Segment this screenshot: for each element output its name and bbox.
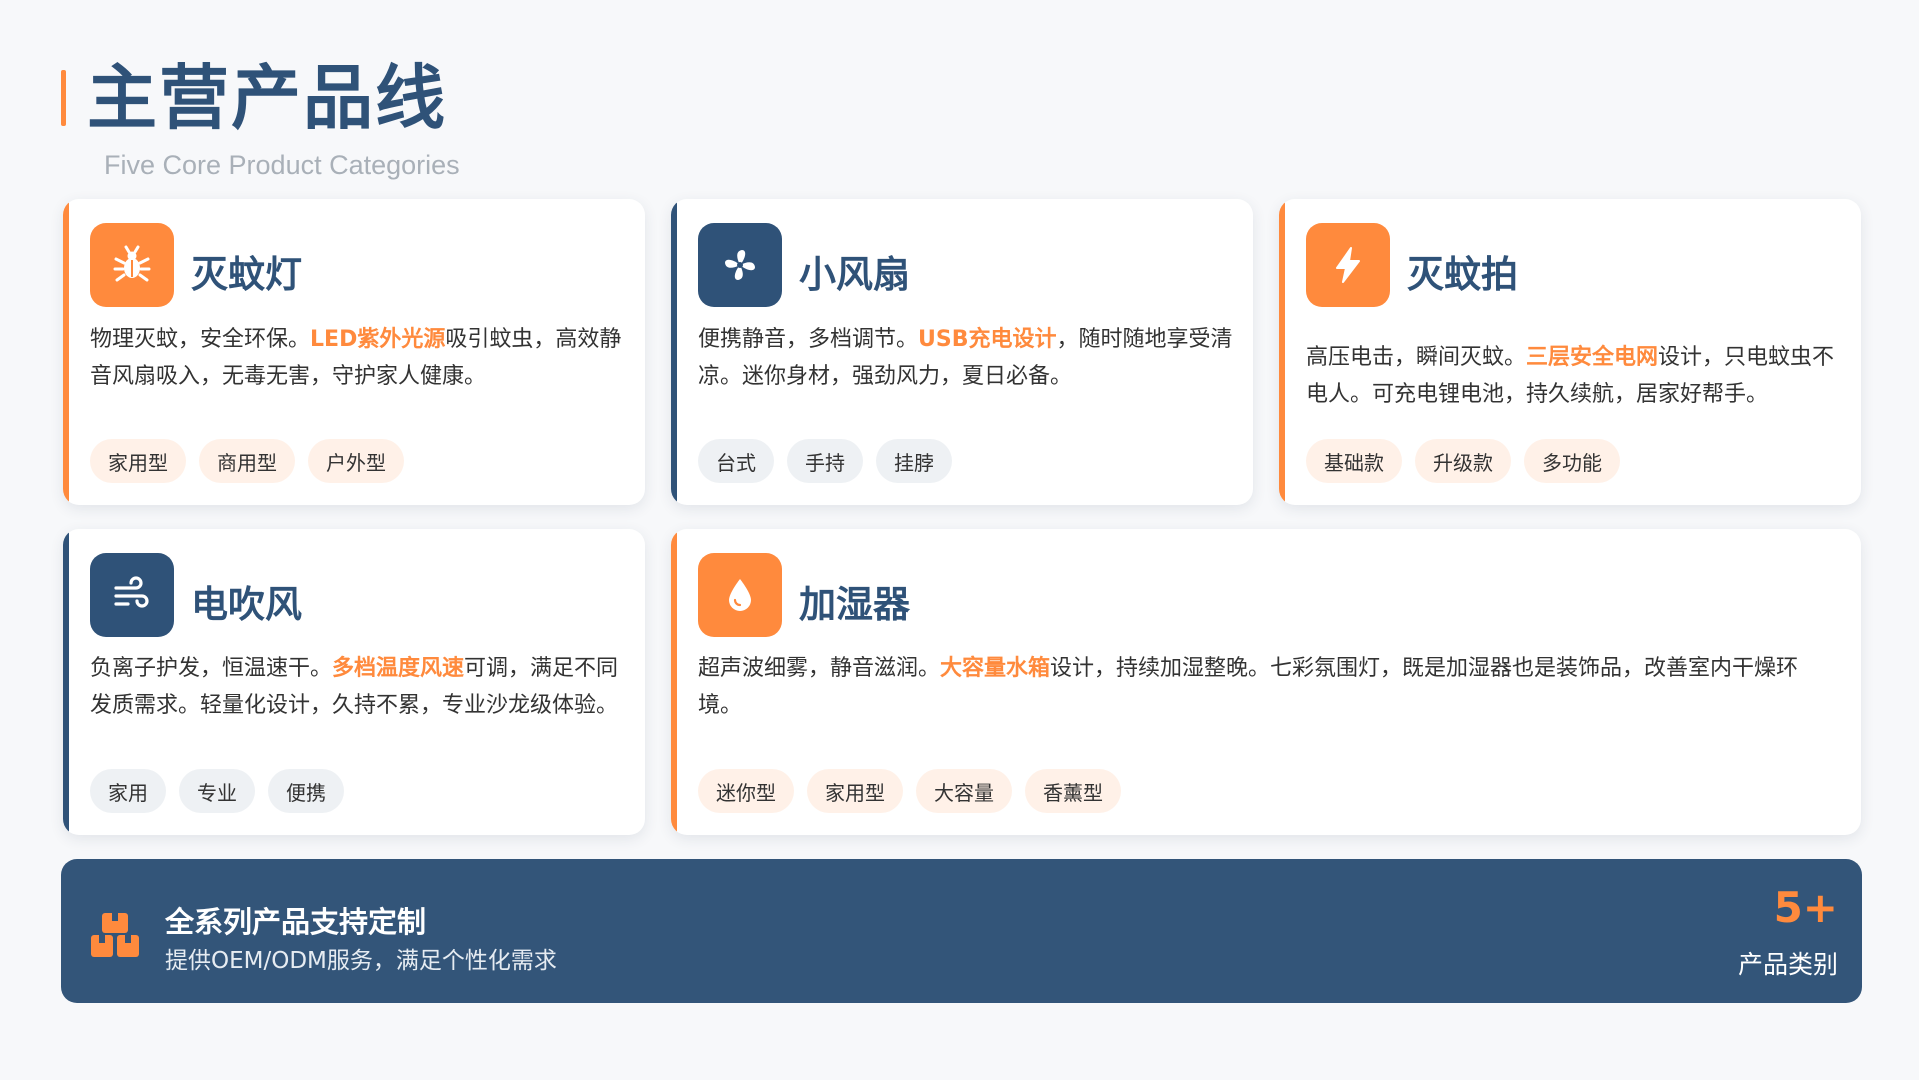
card-description: 高压电击，瞬间灭蚊。三层安全电网设计，只电蚊虫不电人。可充电锂电池，持久续航，居… — [1306, 345, 1835, 407]
card-accent-bar — [671, 199, 677, 505]
tag[interactable]: 户外型 — [308, 439, 404, 483]
highlight-text: USB充电设计 — [918, 327, 1057, 352]
boxes-icon — [89, 909, 141, 961]
banner-title: 全系列产品支持定制 — [165, 905, 427, 939]
card-accent-bar — [63, 199, 69, 505]
tag[interactable]: 专业 — [179, 769, 255, 813]
tag[interactable]: 家用 — [90, 769, 166, 813]
card-description: 超声波细雾，静音滋润。大容量水箱设计，持续加湿整晚。七彩氛围灯，既是加湿器也是装… — [698, 656, 1799, 718]
card-title: 灭蚊拍 — [1407, 253, 1518, 296]
page-subtitle: Five Core Product Categories — [104, 150, 460, 180]
card-title: 加湿器 — [799, 583, 910, 626]
card-title: 电吹风 — [191, 583, 302, 626]
category-count-label: 产品类别 — [1737, 950, 1838, 979]
tag[interactable]: 便携 — [268, 769, 344, 813]
tag-list: 台式 手持 挂脖 — [698, 439, 952, 483]
product-card-hair-dryer[interactable]: 电吹风 负离子护发，恒温速干。多档温度风速可调，满足不同发质需求。轻量化设计，久… — [63, 529, 645, 835]
tag[interactable]: 商用型 — [199, 439, 295, 483]
tag[interactable]: 挂脖 — [876, 439, 952, 483]
highlight-text: 三层安全电网 — [1526, 345, 1659, 370]
card-title: 小风扇 — [799, 253, 910, 296]
bug-icon — [90, 223, 174, 307]
tag[interactable]: 迷你型 — [698, 769, 794, 813]
product-card-mini-fan[interactable]: 小风扇 便携静音，多档调节。USB充电设计，随时随地享受清凉。迷你身材，强劲风力… — [671, 199, 1253, 505]
card-description: 便携静音，多档调节。USB充电设计，随时随地享受清凉。迷你身材，强劲风力，夏日必… — [698, 327, 1233, 389]
product-card-mosquito-lamp[interactable]: 灭蚊灯 物理灭蚊，安全环保。LED紫外光源吸引蚊虫，高效静音风扇吸入，无毒无害，… — [63, 199, 645, 505]
highlight-text: 大容量水箱 — [940, 656, 1051, 681]
tag-list: 家用 专业 便携 — [90, 769, 344, 813]
customization-banner: 全系列产品支持定制 提供OEM/ODM服务，满足个性化需求 5+ 产品类别 — [61, 859, 1862, 1003]
page-title: 主营产品线 — [87, 57, 447, 139]
fan-icon — [698, 223, 782, 307]
card-description: 负离子护发，恒温速干。多档温度风速可调，满足不同发质需求。轻量化设计，久持不累，… — [90, 656, 619, 718]
tag[interactable]: 家用型 — [807, 769, 903, 813]
lightning-icon — [1306, 223, 1390, 307]
tag[interactable]: 基础款 — [1306, 439, 1402, 483]
tag[interactable]: 升级款 — [1415, 439, 1511, 483]
card-accent-bar — [63, 529, 69, 835]
card-title: 灭蚊灯 — [191, 253, 302, 296]
tag-list: 迷你型 家用型 大容量 香薰型 — [698, 769, 1121, 813]
tag[interactable]: 家用型 — [90, 439, 186, 483]
wind-icon — [90, 553, 174, 637]
banner-subtitle: 提供OEM/ODM服务，满足个性化需求 — [165, 948, 557, 974]
tag-list: 基础款 升级款 多功能 — [1306, 439, 1620, 483]
tag[interactable]: 手持 — [787, 439, 863, 483]
category-count: 5+ — [1773, 883, 1838, 932]
tag[interactable]: 香薰型 — [1025, 769, 1121, 813]
tag[interactable]: 多功能 — [1524, 439, 1620, 483]
card-accent-bar — [1279, 199, 1285, 505]
product-card-electric-swatter[interactable]: 灭蚊拍 高压电击，瞬间灭蚊。三层安全电网设计，只电蚊虫不电人。可充电锂电池，持久… — [1279, 199, 1861, 505]
product-card-humidifier[interactable]: 加湿器 超声波细雾，静音滋润。大容量水箱设计，持续加湿整晚。七彩氛围灯，既是加湿… — [671, 529, 1861, 835]
card-accent-bar — [671, 529, 677, 835]
title-accent-bar — [61, 70, 66, 126]
tag-list: 家用型 商用型 户外型 — [90, 439, 404, 483]
tag[interactable]: 台式 — [698, 439, 774, 483]
highlight-text: 多档温度风速 — [332, 656, 465, 681]
water-drop-icon — [698, 553, 782, 637]
tag[interactable]: 大容量 — [916, 769, 1012, 813]
card-description: 物理灭蚊，安全环保。LED紫外光源吸引蚊虫，高效静音风扇吸入，无毒无害，守护家人… — [90, 327, 622, 389]
highlight-text: LED紫外光源 — [310, 327, 446, 352]
